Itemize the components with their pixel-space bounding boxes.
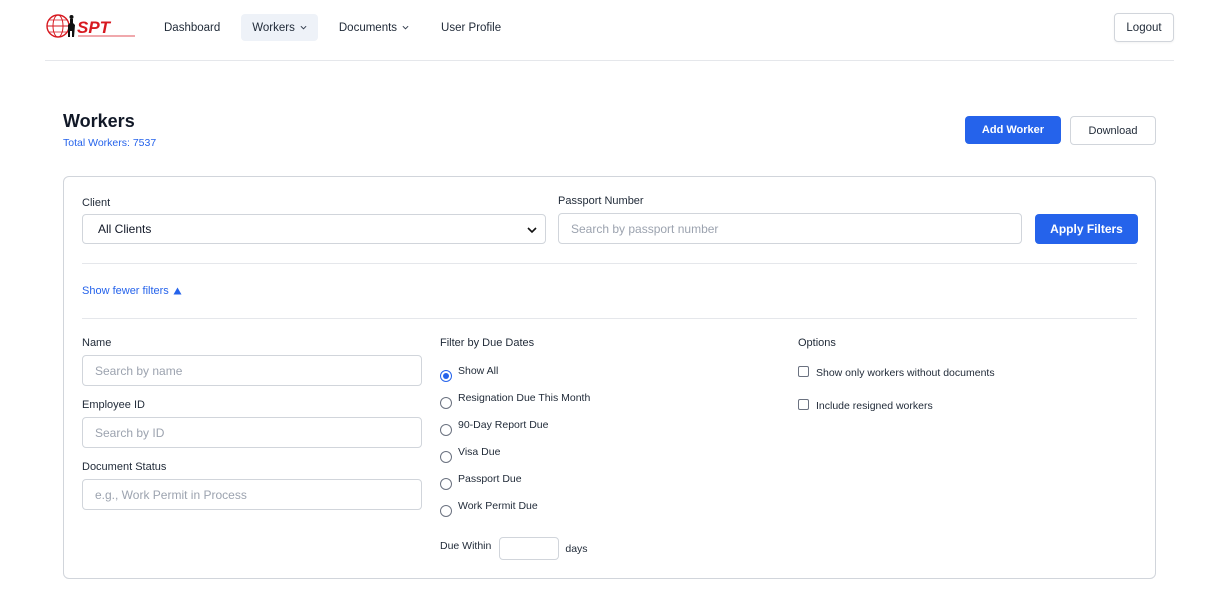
radio-work-permit-due[interactable]: Work Permit Due	[440, 500, 538, 517]
name-search-input[interactable]	[82, 355, 422, 386]
checkbox-include-resigned[interactable]: Include resigned workers	[798, 398, 933, 412]
employee-id-input[interactable]	[82, 417, 422, 448]
triangle-up-icon	[173, 287, 182, 295]
main-nav: Dashboard Workers Documents User Profile	[153, 14, 512, 41]
chevron-down-icon	[402, 25, 409, 30]
days-label: days	[565, 542, 588, 555]
nav-documents-label: Documents	[338, 21, 398, 34]
document-status-label: Document Status	[82, 461, 167, 473]
nav-user-profile[interactable]: User Profile	[430, 14, 512, 41]
radio-button[interactable]	[440, 424, 452, 436]
svg-text:SPT: SPT	[77, 18, 112, 37]
page-title: Workers	[63, 111, 135, 131]
filters-card: Client All Clients Passport Number Apply…	[63, 176, 1156, 579]
radio-90-day-report-due[interactable]: 90-Day Report Due	[440, 419, 548, 436]
radio-label: Show All	[458, 365, 499, 377]
nav-dashboard[interactable]: Dashboard	[153, 14, 231, 41]
checkbox-label: Show only workers without documents	[816, 367, 995, 379]
radio-resignation-due[interactable]: Resignation Due This Month	[440, 392, 590, 409]
radio-button[interactable]	[440, 505, 452, 517]
nav-workers-label: Workers	[252, 21, 295, 34]
due-within-days-input[interactable]	[499, 537, 560, 560]
due-within-row: Due Within days	[440, 537, 588, 560]
nav-dashboard-label: Dashboard	[164, 21, 221, 34]
radio-label: 90-Day Report Due	[458, 419, 549, 431]
apply-filters-button[interactable]: Apply Filters	[1035, 214, 1138, 244]
total-workers-count: Total Workers: 7537	[63, 137, 157, 149]
client-label: Client	[82, 197, 111, 209]
spt-logo[interactable]: SPT	[45, 11, 137, 43]
radio-label: Passport Due	[458, 473, 522, 485]
chevron-down-icon	[300, 25, 307, 30]
due-dates-label: Filter by Due Dates	[440, 337, 535, 349]
show-fewer-filters-label: Show fewer filters	[82, 285, 169, 297]
checkbox-label: Include resigned workers	[816, 400, 933, 412]
radio-label: Resignation Due This Month	[458, 392, 591, 404]
chevron-down-icon	[527, 227, 537, 234]
logout-button[interactable]: Logout	[1114, 13, 1174, 42]
nav-documents[interactable]: Documents	[328, 14, 420, 41]
divider	[82, 263, 1137, 264]
top-header: SPT Dashboard Workers Documents User Pro…	[45, 0, 1174, 61]
checkbox[interactable]	[798, 398, 809, 410]
radio-button[interactable]	[440, 451, 452, 463]
radio-label: Work Permit Due	[458, 500, 538, 512]
add-worker-button[interactable]: Add Worker	[965, 116, 1061, 144]
show-fewer-filters-link[interactable]: Show fewer filters	[82, 285, 182, 297]
radio-label: Visa Due	[458, 446, 501, 458]
client-select-value: All Clients	[98, 222, 152, 236]
checkbox[interactable]	[798, 365, 809, 377]
employee-id-label: Employee ID	[82, 399, 145, 411]
nav-workers[interactable]: Workers	[241, 14, 318, 41]
radio-visa-due[interactable]: Visa Due	[440, 446, 500, 463]
checkbox-without-documents[interactable]: Show only workers without documents	[798, 365, 995, 379]
download-button[interactable]: Download	[1070, 116, 1156, 145]
passport-search-input[interactable]	[558, 213, 1022, 244]
options-label: Options	[798, 337, 836, 349]
client-select[interactable]: All Clients	[82, 214, 546, 244]
radio-passport-due[interactable]: Passport Due	[440, 473, 522, 490]
radio-button[interactable]	[440, 478, 452, 490]
nav-user-profile-label: User Profile	[441, 21, 502, 34]
radio-button[interactable]	[440, 397, 452, 409]
passport-label: Passport Number	[558, 195, 644, 207]
divider	[82, 318, 1137, 319]
radio-show-all[interactable]: Show All	[440, 365, 498, 382]
radio-button[interactable]	[440, 370, 452, 382]
name-label: Name	[82, 337, 112, 349]
document-status-input[interactable]	[82, 479, 422, 510]
due-within-label: Due Within	[440, 539, 492, 552]
